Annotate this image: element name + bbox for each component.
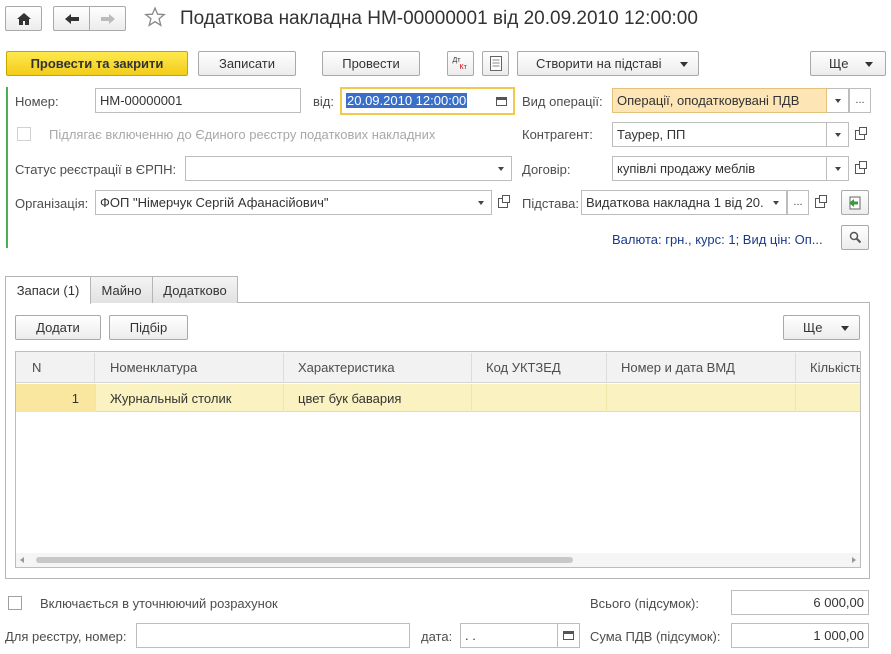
column-header-customs-declaration[interactable]: Номер и дата ВМД: [607, 353, 796, 382]
save-button[interactable]: Записати: [198, 51, 296, 76]
basis-select-button[interactable]: ...: [787, 190, 809, 215]
fill-document-icon: [849, 196, 861, 209]
registration-status-label: Статус реєстрації в ЄРПН:: [15, 162, 177, 177]
total-label: Всього (підсумок):: [590, 596, 699, 611]
post-button[interactable]: Провести: [322, 51, 420, 76]
operation-type-select-button[interactable]: ...: [849, 88, 871, 113]
total-field: 6 000,00: [731, 590, 869, 615]
unified-register-checkbox[interactable]: [17, 127, 31, 141]
search-icon: [849, 231, 861, 244]
fill-from-basis-button[interactable]: [841, 190, 869, 215]
chevron-down-icon: [680, 62, 688, 67]
organization-dropdown[interactable]: [470, 190, 492, 215]
more-label: Ще: [829, 56, 849, 71]
unified-register-label: Підлягає включенню до Єдиного реєстру по…: [49, 127, 436, 142]
basis-dropdown[interactable]: [765, 190, 787, 215]
home-icon: [16, 12, 31, 25]
contract-dropdown[interactable]: [827, 156, 849, 181]
chevron-down-icon: [865, 62, 873, 67]
create-based-on-label: Створити на підставі: [536, 56, 662, 71]
tab-additional[interactable]: Додатково: [152, 276, 238, 303]
number-label: Номер:: [15, 94, 59, 109]
register-date-calendar-button[interactable]: [557, 623, 580, 648]
operation-type-label: Вид операції:: [522, 94, 603, 109]
counterparty-field[interactable]: Таурер, ПП: [612, 122, 827, 147]
column-header-characteristic[interactable]: Характеристика: [284, 353, 472, 382]
date-field[interactable]: 20.09.2010 12:00:00: [340, 87, 515, 115]
basis-open-icon[interactable]: [810, 190, 830, 215]
arrow-left-icon: [64, 13, 79, 24]
register-date-label: дата:: [421, 629, 453, 644]
home-button[interactable]: [5, 6, 42, 31]
cell-characteristic[interactable]: цвет бук бавария: [284, 384, 472, 412]
currency-search-button[interactable]: [841, 225, 869, 250]
operation-type-dropdown[interactable]: [827, 88, 849, 113]
date-value: 20.09.2010 12:00:00: [346, 93, 468, 108]
pick-items-button[interactable]: Підбір: [109, 315, 188, 340]
vat-label: Сума ПДВ (підсумок):: [590, 629, 721, 644]
window-title: Податкова накладна НМ-00000001 від 20.09…: [180, 8, 698, 29]
cell-nomenclature[interactable]: Журнальный столик: [96, 384, 284, 412]
basis-field[interactable]: Видаткова накладна 1 від 20.: [581, 190, 766, 215]
column-header-uktzed-code[interactable]: Код УКТЗЕД: [472, 353, 607, 382]
date-label: від:: [313, 94, 334, 109]
table-more-label: Ще: [803, 320, 823, 335]
favorite-star-icon[interactable]: [144, 6, 168, 30]
contract-label: Договір:: [522, 162, 571, 177]
operation-type-field[interactable]: Операції, оподатковувані ПДВ: [612, 88, 827, 113]
tab-inventory[interactable]: Запаси (1): [5, 276, 91, 304]
add-row-button[interactable]: Додати: [15, 315, 101, 340]
contract-field[interactable]: купівлі продажу меблів: [612, 156, 827, 181]
tab-property[interactable]: Майно: [90, 276, 153, 303]
column-header-n[interactable]: N: [16, 353, 95, 382]
contract-open-icon[interactable]: [850, 156, 870, 181]
organization-label: Організація:: [15, 196, 89, 211]
report-button[interactable]: [482, 51, 509, 76]
scroll-left-arrow-icon[interactable]: [20, 557, 24, 563]
calendar-icon[interactable]: [496, 97, 507, 106]
basis-label: Підстава:: [522, 196, 579, 211]
counterparty-dropdown[interactable]: [827, 122, 849, 147]
vat-field: 1 000,00: [731, 623, 869, 648]
currency-info-link[interactable]: Валюта: грн., курс: 1; Вид цін: Оп...: [612, 232, 823, 247]
register-number-label: Для реєстру, номер:: [5, 629, 127, 644]
column-header-nomenclature[interactable]: Номенклатура: [96, 353, 284, 382]
registration-status-dropdown[interactable]: [490, 156, 512, 181]
scrollbar-thumb[interactable]: [36, 557, 573, 563]
document-icon: [489, 56, 502, 71]
number-field[interactable]: НМ-00000001: [95, 88, 301, 113]
organization-open-icon[interactable]: [493, 190, 513, 215]
registration-status-field[interactable]: [185, 156, 491, 181]
register-date-field[interactable]: . .: [460, 623, 558, 648]
register-number-field[interactable]: [136, 623, 410, 648]
post-and-close-button[interactable]: Провести та закрити: [6, 51, 188, 76]
included-checkbox[interactable]: [8, 596, 22, 610]
horizontal-scrollbar[interactable]: [16, 553, 860, 567]
cell-customs-declaration[interactable]: [607, 384, 796, 412]
back-button[interactable]: [53, 6, 90, 31]
create-based-on-button[interactable]: Створити на підставі: [517, 51, 699, 76]
calendar-icon: [563, 631, 574, 640]
header-accent-bar: [6, 87, 8, 248]
cell-n[interactable]: 1: [16, 384, 96, 412]
organization-field[interactable]: ФОП "Німерчук Сергій Афанасійович": [95, 190, 471, 215]
forward-button[interactable]: [89, 6, 126, 31]
chevron-down-icon: [841, 326, 849, 331]
arrow-right-icon: [100, 13, 115, 24]
counterparty-label: Контрагент:: [522, 127, 593, 142]
counterparty-open-icon[interactable]: [850, 122, 870, 147]
table-more-button[interactable]: Ще: [783, 315, 860, 340]
cell-quantity[interactable]: [796, 384, 860, 412]
dt-kt-button[interactable]: Дт Кт: [447, 51, 474, 76]
more-button[interactable]: Ще: [810, 51, 886, 76]
included-label: Включається в уточнюючий розрахунок: [40, 596, 278, 611]
dt-kt-icon: Дт Кт: [452, 56, 467, 71]
scroll-right-arrow-icon[interactable]: [852, 557, 856, 563]
cell-uktzed-code[interactable]: [472, 384, 607, 412]
column-header-quantity[interactable]: Кількість: [796, 353, 860, 382]
